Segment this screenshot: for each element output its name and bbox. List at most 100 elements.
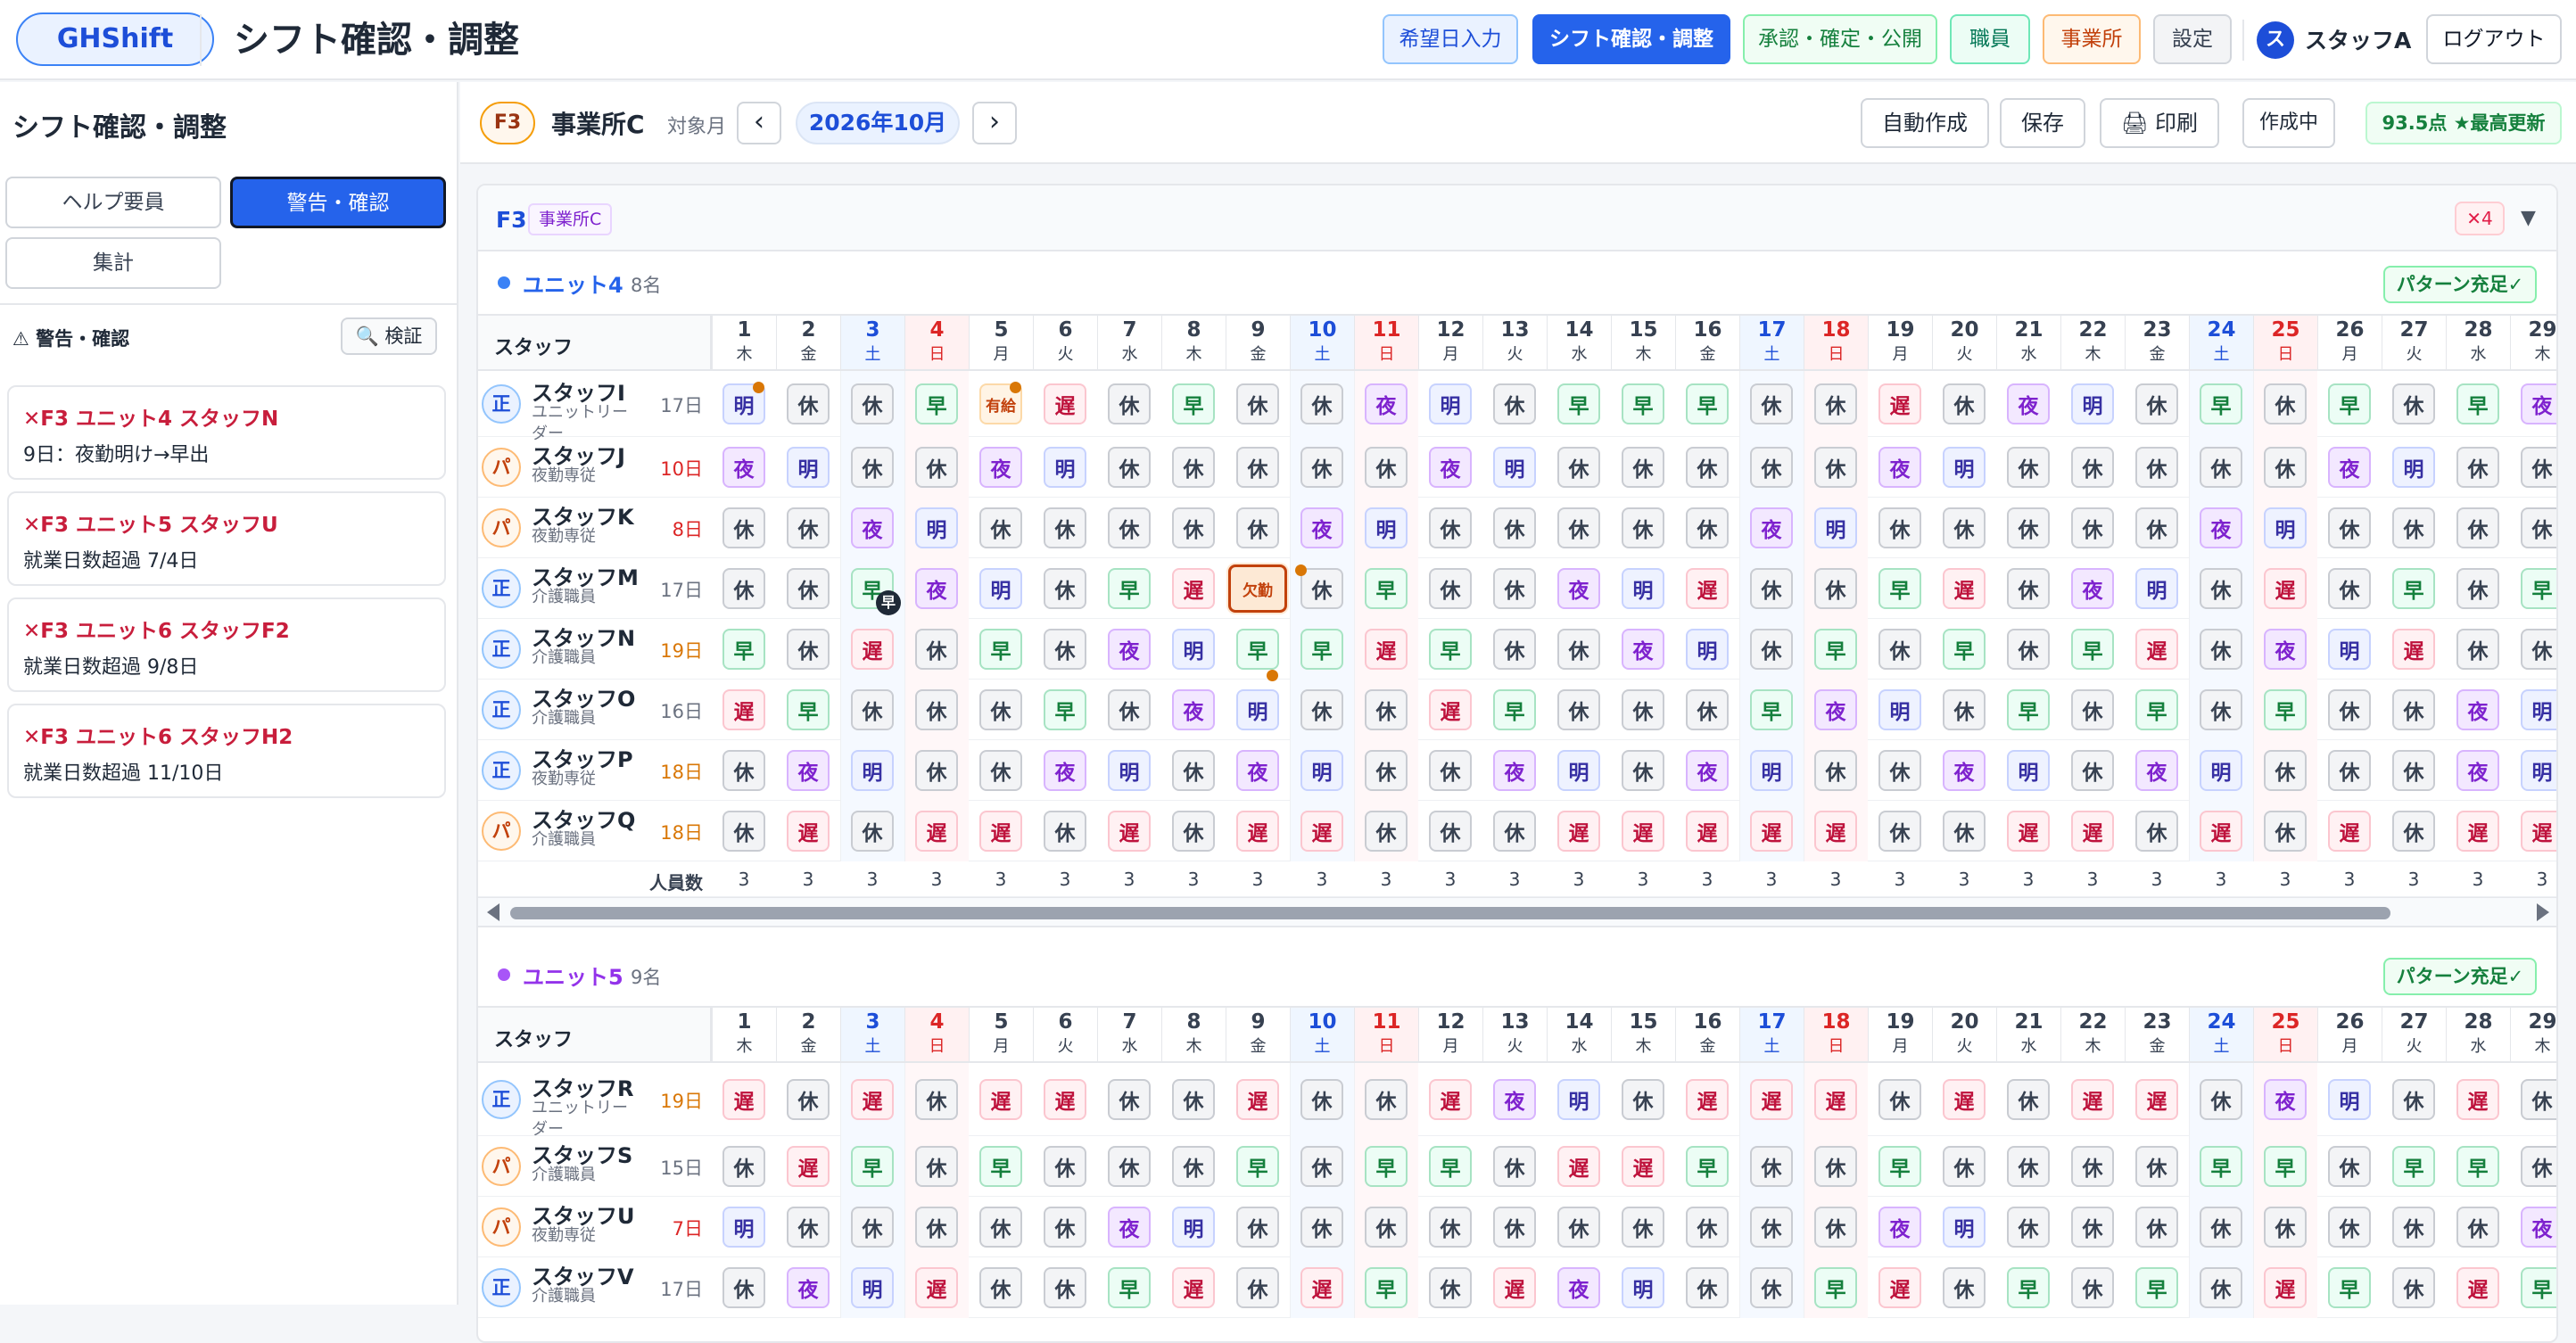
shift-off[interactable]: 休 [1108,689,1151,730]
shift-off[interactable]: 休 [1750,447,1793,488]
shift-night[interactable]: 夜 [1750,507,1793,548]
shift-night[interactable]: 夜 [1878,1207,1921,1248]
shift-off[interactable]: 休 [2071,1207,2114,1248]
shift-early[interactable]: 早 [2007,1267,2050,1308]
shift-off[interactable]: 休 [2200,1267,2242,1308]
shift-off[interactable]: 休 [1365,750,1408,791]
shift-off[interactable]: 休 [915,629,958,670]
scroll-right-icon[interactable] [2537,903,2549,921]
shift-night[interactable]: 夜 [2328,447,2371,488]
shift-late[interactable]: 遅 [2392,629,2435,670]
shift-after-night[interactable]: 明 [1622,1267,1664,1308]
shift-off[interactable]: 休 [979,1267,1022,1308]
shift-off[interactable]: 休 [1557,629,1600,670]
shift-off[interactable]: 休 [1044,507,1086,548]
shift-off[interactable]: 休 [2135,507,2178,548]
shift-night[interactable]: 夜 [1493,750,1536,791]
shift-early[interactable]: 早 [1044,689,1086,730]
shift-after-night[interactable]: 明 [1943,447,1986,488]
shift-off[interactable]: 休 [2071,750,2114,791]
shift-late[interactable]: 遅 [1044,1079,1086,1120]
shift-late[interactable]: 遅 [2521,811,2556,852]
shift-off[interactable]: 休 [1044,1146,1086,1187]
shift-late[interactable]: 遅 [1622,811,1664,852]
shift-off[interactable]: 休 [722,750,765,791]
shift-off[interactable]: 休 [1814,1146,1857,1187]
shift-off[interactable]: 休 [1044,811,1086,852]
shift-off[interactable]: 休 [1622,447,1664,488]
shift-after-night[interactable]: 明 [1172,629,1215,670]
shift-early[interactable]: 早 [915,383,958,424]
shift-late[interactable]: 遅 [1686,568,1729,609]
shift-off[interactable]: 休 [1300,568,1343,609]
shift-night[interactable]: 夜 [1878,447,1921,488]
shift-early[interactable]: 早 [1878,568,1921,609]
shift-off[interactable]: 休 [1108,507,1151,548]
shift-early[interactable]: 早 [2456,383,2499,424]
shift-early[interactable]: 早 [1236,629,1279,670]
shift-off[interactable]: 休 [2007,507,2050,548]
shift-off[interactable]: 休 [2007,1146,2050,1187]
shift-after-night[interactable]: 明 [2392,447,2435,488]
shift-after-night[interactable]: 明 [851,1267,894,1308]
shift-off[interactable]: 休 [1750,629,1793,670]
warning-card[interactable]: ✕F3 ユニット5 スタッフU 就業日数超過 7/4日 [7,491,446,586]
warning-card[interactable]: ✕F3 ユニット4 スタッフN 9日：夜勤明け→早出 [7,385,446,480]
shift-after-night[interactable]: 明 [2328,629,2371,670]
shift-off[interactable]: 休 [1044,568,1086,609]
shift-off[interactable]: 休 [851,447,894,488]
shift-off[interactable]: 休 [2328,507,2371,548]
shift-off[interactable]: 休 [1622,689,1664,730]
shift-after-night[interactable]: 明 [1236,689,1279,730]
shift-off[interactable]: 休 [1686,689,1729,730]
shift-off[interactable]: 休 [2521,629,2556,670]
shift-off[interactable]: 休 [1365,447,1408,488]
shift-off[interactable]: 休 [2200,1079,2242,1120]
shift-off[interactable]: 休 [1108,1146,1151,1187]
shift-off[interactable]: 休 [2328,1207,2371,1248]
shift-early[interactable]: 早 [2007,689,2050,730]
shift-late[interactable]: 遅 [1750,1079,1793,1120]
shift-late[interactable]: 遅 [1622,1146,1664,1187]
shift-absence[interactable]: 欠勤 [1228,564,1287,613]
shift-off[interactable]: 休 [2328,750,2371,791]
shift-off[interactable]: 休 [1236,447,1279,488]
shift-early[interactable]: 早 [1493,689,1536,730]
shift-night[interactable]: 夜 [1557,1267,1600,1308]
shift-off[interactable]: 休 [2521,447,2556,488]
shift-early[interactable]: 早 [1750,689,1793,730]
shift-early[interactable]: 早 [1365,1267,1408,1308]
shift-late[interactable]: 遅 [787,1146,830,1187]
shift-off[interactable]: 休 [2200,447,2242,488]
shift-off[interactable]: 休 [1878,811,1921,852]
shift-off[interactable]: 休 [2521,1146,2556,1187]
shift-late[interactable]: 遅 [2456,1267,2499,1308]
shift-off[interactable]: 休 [851,383,894,424]
shift-after-night[interactable]: 明 [915,507,958,548]
shift-off[interactable]: 休 [1172,1079,1215,1120]
shift-off[interactable]: 休 [787,568,830,609]
shift-night[interactable]: 夜 [1943,750,1986,791]
nav-6-button[interactable]: 設定 [2153,14,2232,64]
shift-off[interactable]: 休 [915,750,958,791]
shift-off[interactable]: 休 [1172,811,1215,852]
shift-off[interactable]: 休 [1108,1079,1151,1120]
shift-off[interactable]: 休 [1943,1267,1986,1308]
nav-3-button[interactable]: 承認・確定・公開 [1743,14,1937,64]
shift-off[interactable]: 休 [1236,1267,1279,1308]
shift-late[interactable]: 遅 [1557,811,1600,852]
shift-after-night[interactable]: 明 [1686,629,1729,670]
shift-late[interactable]: 遅 [1814,811,1857,852]
shift-after-night[interactable]: 明 [1557,750,1600,791]
shift-off[interactable]: 休 [2135,383,2178,424]
scroll-left-icon[interactable] [487,903,500,921]
shift-night[interactable]: 夜 [1108,629,1151,670]
shift-off[interactable]: 休 [1236,383,1279,424]
shift-early[interactable]: 早 [722,629,765,670]
shift-off[interactable]: 休 [787,1207,830,1248]
shift-night[interactable]: 夜 [1236,750,1279,791]
shift-after-night[interactable]: 明 [2521,750,2556,791]
shift-off[interactable]: 休 [2071,1267,2114,1308]
shift-off[interactable]: 休 [1300,1146,1343,1187]
tab-help-staff[interactable]: ヘルプ要員 [5,177,221,228]
